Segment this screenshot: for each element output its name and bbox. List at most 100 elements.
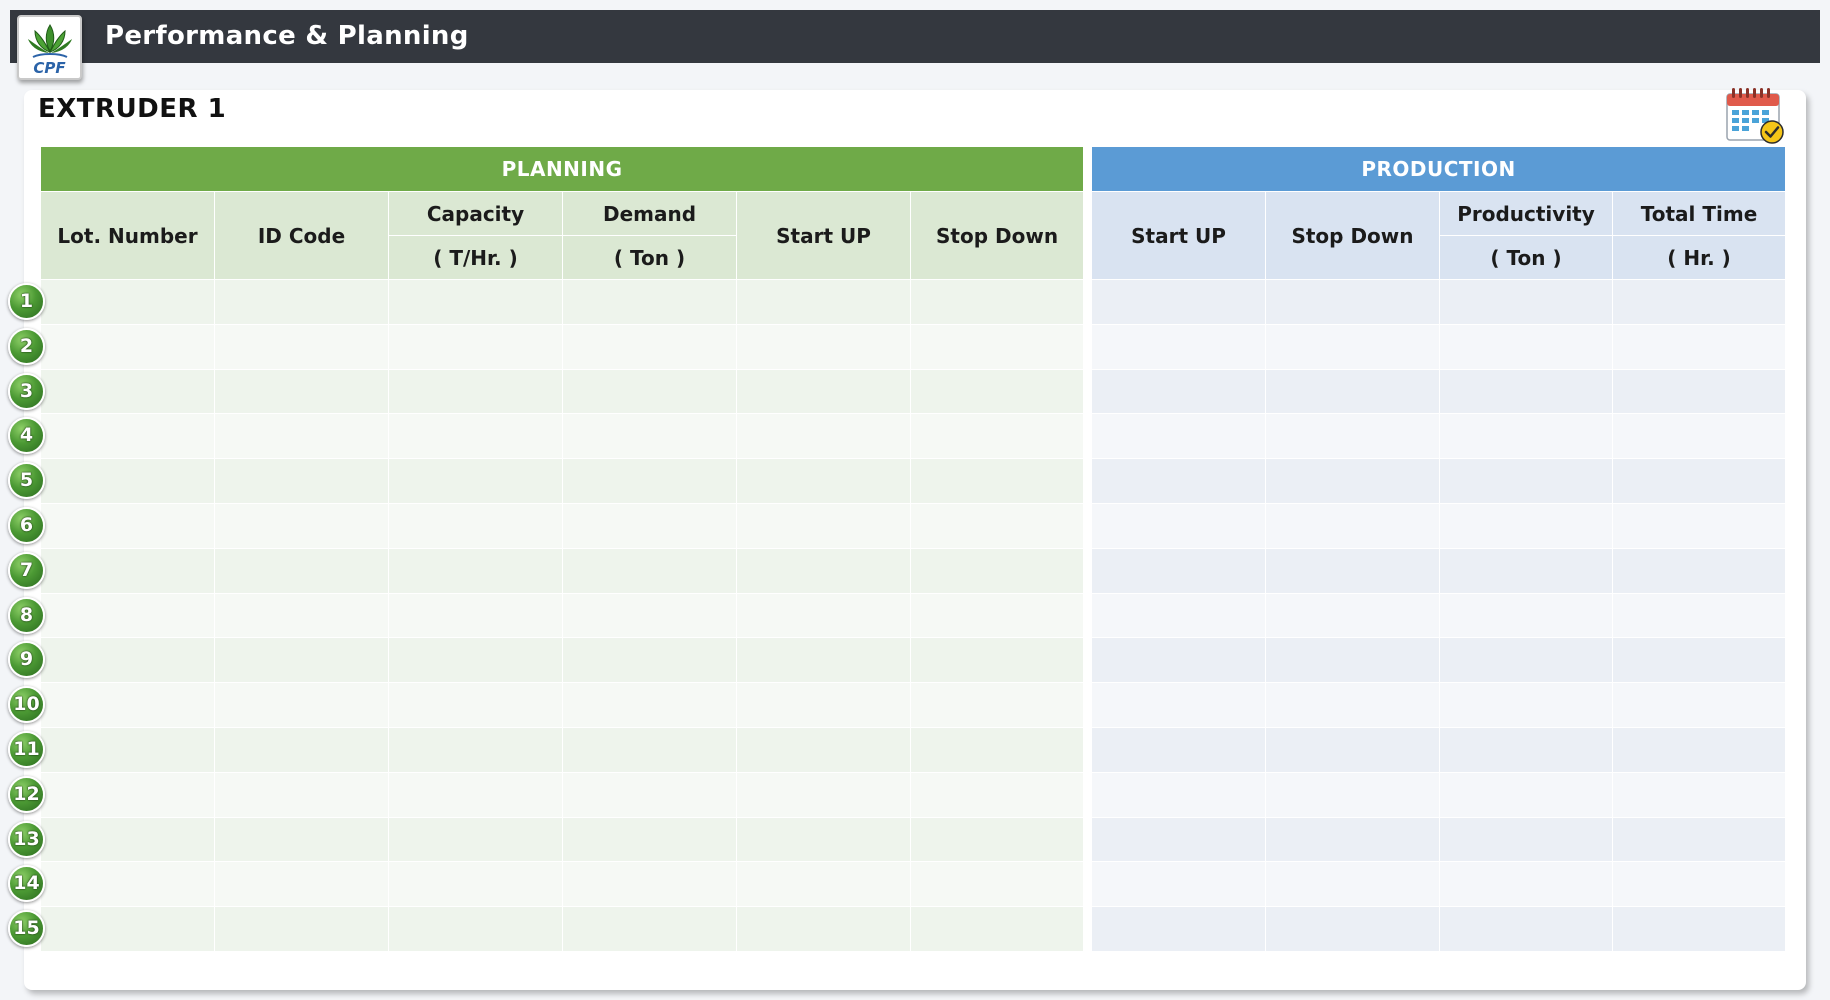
planning-cell-stop-down[interactable] — [909, 771, 1085, 818]
production-cell-total-time[interactable] — [1611, 592, 1787, 639]
planning-cell-id-code[interactable] — [214, 413, 389, 460]
production-cell-productivity[interactable] — [1439, 458, 1613, 504]
production-cell-stop-down[interactable] — [1265, 682, 1440, 728]
planning-cell-demand[interactable] — [562, 368, 737, 415]
production-cell-total-time[interactable] — [1611, 726, 1787, 773]
planning-cell-capacity[interactable] — [388, 458, 563, 504]
production-cell-stop-down[interactable] — [1265, 906, 1440, 952]
planning-cell-stop-down[interactable] — [909, 323, 1085, 370]
planning-cell-lot-number[interactable] — [40, 368, 215, 415]
planning-cell-start-up[interactable] — [736, 413, 911, 460]
planning-cell-lot-number[interactable] — [40, 592, 215, 639]
planning-cell-stop-down[interactable] — [909, 726, 1085, 773]
production-cell-stop-down[interactable] — [1265, 861, 1440, 908]
planning-cell-capacity[interactable] — [388, 771, 563, 818]
production-cell-stop-down[interactable] — [1265, 726, 1440, 773]
planning-cell-stop-down[interactable] — [909, 861, 1085, 908]
planning-cell-start-up[interactable] — [736, 323, 911, 370]
production-cell-productivity[interactable] — [1439, 861, 1613, 908]
planning-cell-capacity[interactable] — [388, 368, 563, 415]
planning-cell-id-code[interactable] — [214, 637, 389, 684]
production-cell-productivity[interactable] — [1439, 323, 1613, 370]
planning-cell-capacity[interactable] — [388, 682, 563, 728]
planning-cell-capacity[interactable] — [388, 592, 563, 639]
production-cell-total-time[interactable] — [1611, 279, 1787, 325]
planning-cell-start-up[interactable] — [736, 368, 911, 415]
production-cell-stop-down[interactable] — [1265, 637, 1440, 684]
planning-cell-lot-number[interactable] — [40, 906, 215, 952]
planning-cell-stop-down[interactable] — [909, 637, 1085, 684]
planning-cell-demand[interactable] — [562, 502, 737, 549]
production-cell-productivity[interactable] — [1439, 592, 1613, 639]
planning-cell-lot-number[interactable] — [40, 816, 215, 863]
production-cell-productivity[interactable] — [1439, 413, 1613, 460]
planning-cell-capacity[interactable] — [388, 413, 563, 460]
production-cell-productivity[interactable] — [1439, 682, 1613, 728]
production-cell-total-time[interactable] — [1611, 458, 1787, 504]
production-cell-start-up[interactable] — [1091, 323, 1266, 370]
planning-cell-stop-down[interactable] — [909, 906, 1085, 952]
production-cell-stop-down[interactable] — [1265, 458, 1440, 504]
production-cell-total-time[interactable] — [1611, 637, 1787, 684]
planning-cell-demand[interactable] — [562, 458, 737, 504]
planning-cell-lot-number[interactable] — [40, 279, 215, 325]
planning-cell-id-code[interactable] — [214, 771, 389, 818]
planning-cell-start-up[interactable] — [736, 906, 911, 952]
planning-cell-demand[interactable] — [562, 547, 737, 594]
planning-cell-stop-down[interactable] — [909, 458, 1085, 504]
planning-cell-capacity[interactable] — [388, 502, 563, 549]
production-cell-start-up[interactable] — [1091, 547, 1266, 594]
calendar-check-icon[interactable] — [1724, 84, 1786, 146]
planning-cell-id-code[interactable] — [214, 323, 389, 370]
planning-cell-stop-down[interactable] — [909, 816, 1085, 863]
production-cell-total-time[interactable] — [1611, 413, 1787, 460]
planning-cell-demand[interactable] — [562, 771, 737, 818]
planning-cell-start-up[interactable] — [736, 682, 911, 728]
planning-cell-demand[interactable] — [562, 413, 737, 460]
planning-cell-lot-number[interactable] — [40, 682, 215, 728]
planning-cell-lot-number[interactable] — [40, 458, 215, 504]
production-cell-productivity[interactable] — [1439, 547, 1613, 594]
planning-cell-id-code[interactable] — [214, 816, 389, 863]
planning-cell-lot-number[interactable] — [40, 323, 215, 370]
planning-cell-lot-number[interactable] — [40, 861, 215, 908]
production-cell-total-time[interactable] — [1611, 502, 1787, 549]
planning-cell-id-code[interactable] — [214, 502, 389, 549]
planning-cell-capacity[interactable] — [388, 861, 563, 908]
planning-cell-demand[interactable] — [562, 682, 737, 728]
planning-cell-stop-down[interactable] — [909, 279, 1085, 325]
production-cell-productivity[interactable] — [1439, 637, 1613, 684]
planning-cell-demand[interactable] — [562, 906, 737, 952]
planning-cell-capacity[interactable] — [388, 906, 563, 952]
planning-cell-lot-number[interactable] — [40, 637, 215, 684]
planning-cell-start-up[interactable] — [736, 547, 911, 594]
planning-cell-id-code[interactable] — [214, 279, 389, 325]
planning-cell-id-code[interactable] — [214, 458, 389, 504]
planning-cell-id-code[interactable] — [214, 547, 389, 594]
planning-cell-demand[interactable] — [562, 279, 737, 325]
planning-cell-id-code[interactable] — [214, 682, 389, 728]
production-cell-productivity[interactable] — [1439, 906, 1613, 952]
planning-cell-demand[interactable] — [562, 726, 737, 773]
planning-cell-demand[interactable] — [562, 861, 737, 908]
production-cell-start-up[interactable] — [1091, 502, 1266, 549]
production-cell-total-time[interactable] — [1611, 906, 1787, 952]
planning-cell-start-up[interactable] — [736, 726, 911, 773]
planning-cell-lot-number[interactable] — [40, 726, 215, 773]
production-cell-stop-down[interactable] — [1265, 502, 1440, 549]
planning-cell-stop-down[interactable] — [909, 682, 1085, 728]
planning-cell-start-up[interactable] — [736, 279, 911, 325]
production-cell-stop-down[interactable] — [1265, 771, 1440, 818]
production-cell-total-time[interactable] — [1611, 816, 1787, 863]
production-cell-stop-down[interactable] — [1265, 816, 1440, 863]
production-cell-stop-down[interactable] — [1265, 413, 1440, 460]
planning-cell-start-up[interactable] — [736, 771, 911, 818]
planning-cell-capacity[interactable] — [388, 279, 563, 325]
production-cell-productivity[interactable] — [1439, 726, 1613, 773]
planning-cell-demand[interactable] — [562, 323, 737, 370]
planning-cell-id-code[interactable] — [214, 368, 389, 415]
production-cell-total-time[interactable] — [1611, 771, 1787, 818]
planning-cell-start-up[interactable] — [736, 861, 911, 908]
production-cell-total-time[interactable] — [1611, 323, 1787, 370]
production-cell-start-up[interactable] — [1091, 816, 1266, 863]
